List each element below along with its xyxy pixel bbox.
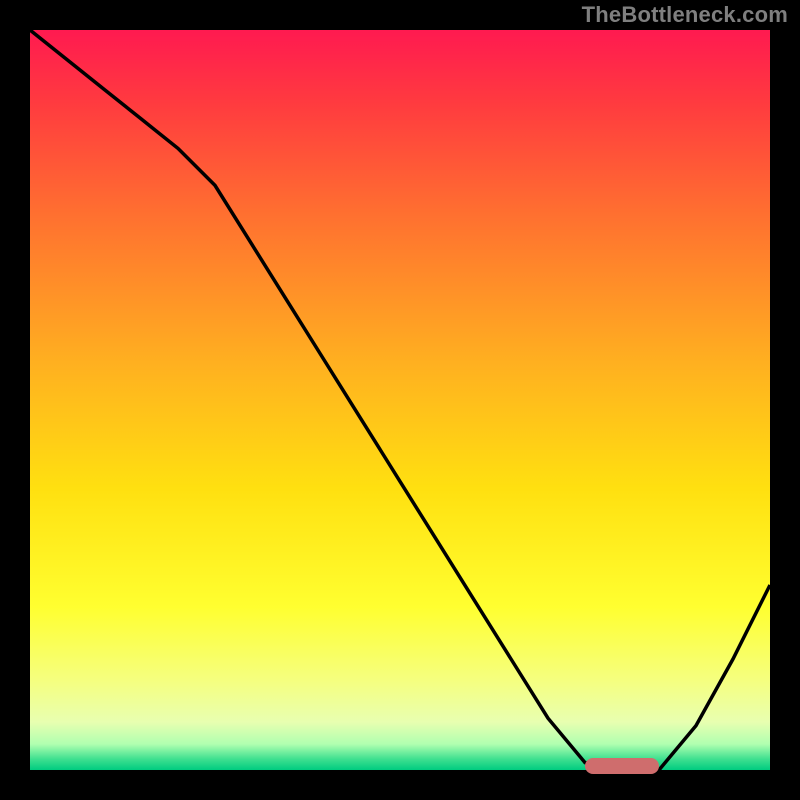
stage: TheBottleneck.com xyxy=(0,0,800,800)
optimal-range-marker xyxy=(585,758,659,774)
watermark-text: TheBottleneck.com xyxy=(582,2,788,28)
plot-area xyxy=(30,30,770,770)
bottleneck-curve xyxy=(30,30,770,770)
